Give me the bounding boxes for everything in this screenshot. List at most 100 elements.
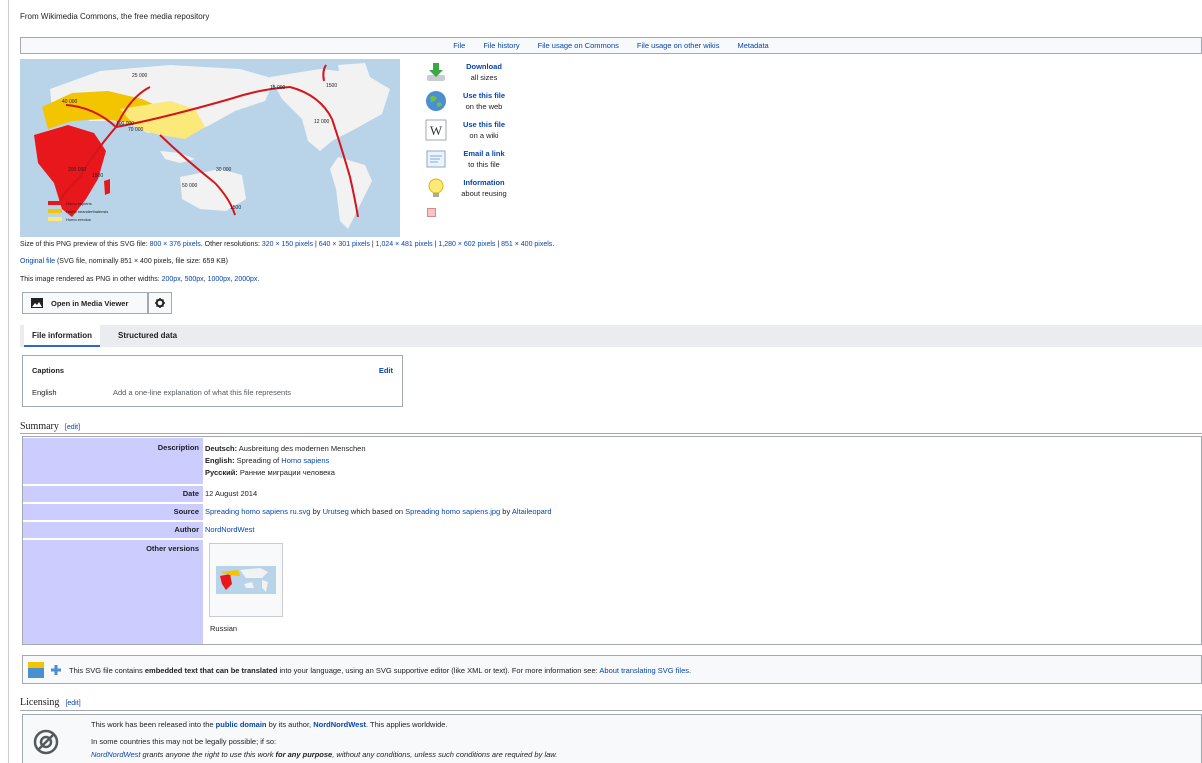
license-box: This work has been released into the pub… — [22, 714, 1202, 763]
author-label: Author — [23, 522, 203, 538]
public-domain-icon — [33, 729, 59, 755]
source-user-link[interactable]: Urutseg — [323, 507, 349, 516]
share-use-web-title[interactable]: Use this file — [453, 90, 515, 101]
share-email[interactable]: Email a link to this file — [425, 148, 515, 177]
desc-en-text: Spreading of — [234, 456, 282, 465]
preview-other-label: . Other resolutions: — [200, 241, 262, 248]
license-grant-author-link[interactable]: NordNordWest — [91, 750, 140, 759]
license-mid: by its author, — [266, 720, 314, 729]
lightbulb-icon — [428, 178, 444, 197]
lang-ru: Русский: — [205, 468, 238, 477]
width-link-1000[interactable]: 1000px — [208, 276, 231, 283]
licensing-title: Licensing — [20, 697, 60, 708]
tab-file-usage-commons[interactable]: File usage on Commons — [538, 41, 619, 50]
left-border — [8, 0, 9, 763]
tab-file[interactable]: File — [453, 41, 465, 50]
preview-size-link[interactable]: 800 × 376 pixels — [150, 241, 201, 248]
width-link-500[interactable]: 500px — [185, 276, 204, 283]
homo-sapiens-link[interactable]: Homo sapiens — [281, 456, 329, 465]
summary-edit-link[interactable]: [edit] — [65, 424, 80, 431]
map-image[interactable]: 25 000 40 000 70 000 100 000 15 000 12 0… — [20, 59, 400, 237]
description-de: Deutsch: Ausbreitung des modernen Mensch… — [205, 443, 366, 455]
about-translating-link[interactable]: About translating SVG files — [599, 666, 689, 675]
author-link[interactable]: NordNordWest — [205, 522, 254, 538]
res-link-1024[interactable]: 1,024 × 481 pixels — [376, 241, 433, 248]
translation-text: This SVG file contains embedded text tha… — [69, 666, 691, 675]
source-value: Spreading homo sapiens ru.svg by Urutseg… — [205, 504, 552, 520]
res-link-851[interactable]: 851 × 400 pixels — [501, 241, 552, 248]
tab-file-usage-other-wikis[interactable]: File usage on other wikis — [637, 41, 720, 50]
description-ru: Русский: Ранние миграции человека — [205, 467, 366, 479]
divider — [20, 710, 1202, 711]
svg-text:W: W — [430, 123, 443, 138]
tab-structured-data[interactable]: Structured data — [110, 325, 185, 347]
share-download[interactable]: Download all sizes — [425, 61, 515, 90]
tab-file-information[interactable]: File information — [24, 325, 100, 347]
desc-de-text: Ausbreitung des modernen Menschen — [237, 444, 366, 453]
period: . — [552, 241, 555, 248]
description-en: English: Spreading of Homo sapiens — [205, 455, 366, 467]
tab-file-history[interactable]: File history — [483, 41, 519, 50]
license-end: . This applies worldwide. — [365, 720, 448, 729]
licensing-heading: Licensing [edit] — [20, 697, 81, 708]
license-line-1: This work has been released into the pub… — [91, 720, 448, 729]
media-viewer-settings-button[interactable] — [148, 292, 172, 314]
widths-prefix: This image rendered as PNG in other widt… — [20, 276, 162, 283]
licensing-edit-text[interactable]: edit — [67, 700, 78, 707]
tab-metadata[interactable]: Metadata — [737, 41, 768, 50]
source-original-user-link[interactable]: Altaileopard — [512, 507, 552, 516]
captions-edit-button[interactable]: Edit — [379, 366, 393, 375]
map-label: 12 000 — [314, 119, 330, 125]
open-media-viewer-label: Open in Media Viewer — [51, 298, 129, 308]
share-use-wiki-title[interactable]: Use this file — [453, 119, 515, 130]
other-version-thumbnail[interactable] — [209, 543, 283, 617]
share-use-wiki-sub: on a wiki — [469, 131, 499, 140]
share-use-web-sub: on the web — [465, 102, 503, 111]
info-tabs: File information Structured data — [20, 325, 1202, 347]
world-map: 25 000 40 000 70 000 100 000 15 000 12 0… — [20, 59, 400, 237]
lang-en: English: — [205, 456, 235, 465]
share-information[interactable]: Information about reusing — [425, 177, 515, 206]
translation-bold: embedded text that can be translated — [144, 666, 278, 675]
caption-placeholder[interactable]: Add a one-line explanation of what this … — [113, 388, 291, 397]
share-use-web[interactable]: Use this file on the web — [425, 90, 515, 119]
map-label: 100 000 — [116, 121, 134, 127]
gear-icon — [155, 298, 165, 308]
share-information-sub: about reusing — [461, 189, 507, 198]
public-domain-link[interactable]: public domain — [216, 720, 267, 729]
width-link-2000[interactable]: 2000px — [234, 276, 257, 283]
share-use-wiki[interactable]: W Use this file on a wiki — [425, 119, 515, 148]
res-link-320[interactable]: 320 × 150 pixels — [262, 241, 313, 248]
desc-ru-text: Ранние миграции человека — [237, 468, 335, 477]
licensing-edit-link[interactable]: [edit] — [65, 700, 80, 707]
captions-box: Captions Edit English Add a one-line exp… — [22, 355, 403, 407]
description-label: Description — [23, 438, 203, 484]
share-information-title[interactable]: Information — [453, 177, 515, 188]
license-author-link[interactable]: NordNordWest — [313, 720, 366, 729]
lang-de: Deutsch: — [205, 444, 238, 453]
period: . — [257, 276, 260, 283]
map-legend-erectus: Homo erectus — [66, 217, 91, 222]
image-icon — [31, 298, 43, 308]
other-version-caption: Russian — [210, 624, 238, 633]
license-line-2: In some countries this may not be legall… — [91, 737, 277, 746]
share-email-title[interactable]: Email a link — [453, 148, 515, 159]
source-original-link[interactable]: Spreading homo sapiens.jpg — [405, 507, 500, 516]
caption-language: English — [32, 388, 57, 397]
author-name[interactable]: NordNordWest — [205, 525, 254, 534]
width-link-200[interactable]: 200px — [162, 276, 181, 283]
map-label: 25 000 — [132, 73, 148, 79]
summary-edit-text[interactable]: edit — [67, 424, 78, 431]
original-file-info: (SVG file, nominally 851 × 400 pixels, f… — [55, 258, 228, 265]
res-link-640[interactable]: 640 × 301 pixels — [319, 241, 370, 248]
share-download-title[interactable]: Download — [453, 61, 515, 72]
res-link-1280[interactable]: 1,280 × 602 pixels — [438, 241, 495, 248]
broken-image-icon — [427, 208, 436, 217]
original-file-line: Original file (SVG file, nominally 851 ×… — [20, 258, 228, 265]
map-label: 200 000 — [68, 167, 86, 173]
original-file-link[interactable]: Original file — [20, 258, 55, 265]
source-file-link[interactable]: Spreading homo sapiens ru.svg — [205, 507, 310, 516]
map-label: 50 000 — [182, 183, 198, 189]
open-media-viewer-button[interactable]: Open in Media Viewer — [22, 292, 148, 314]
captions-heading: Captions — [32, 366, 65, 375]
